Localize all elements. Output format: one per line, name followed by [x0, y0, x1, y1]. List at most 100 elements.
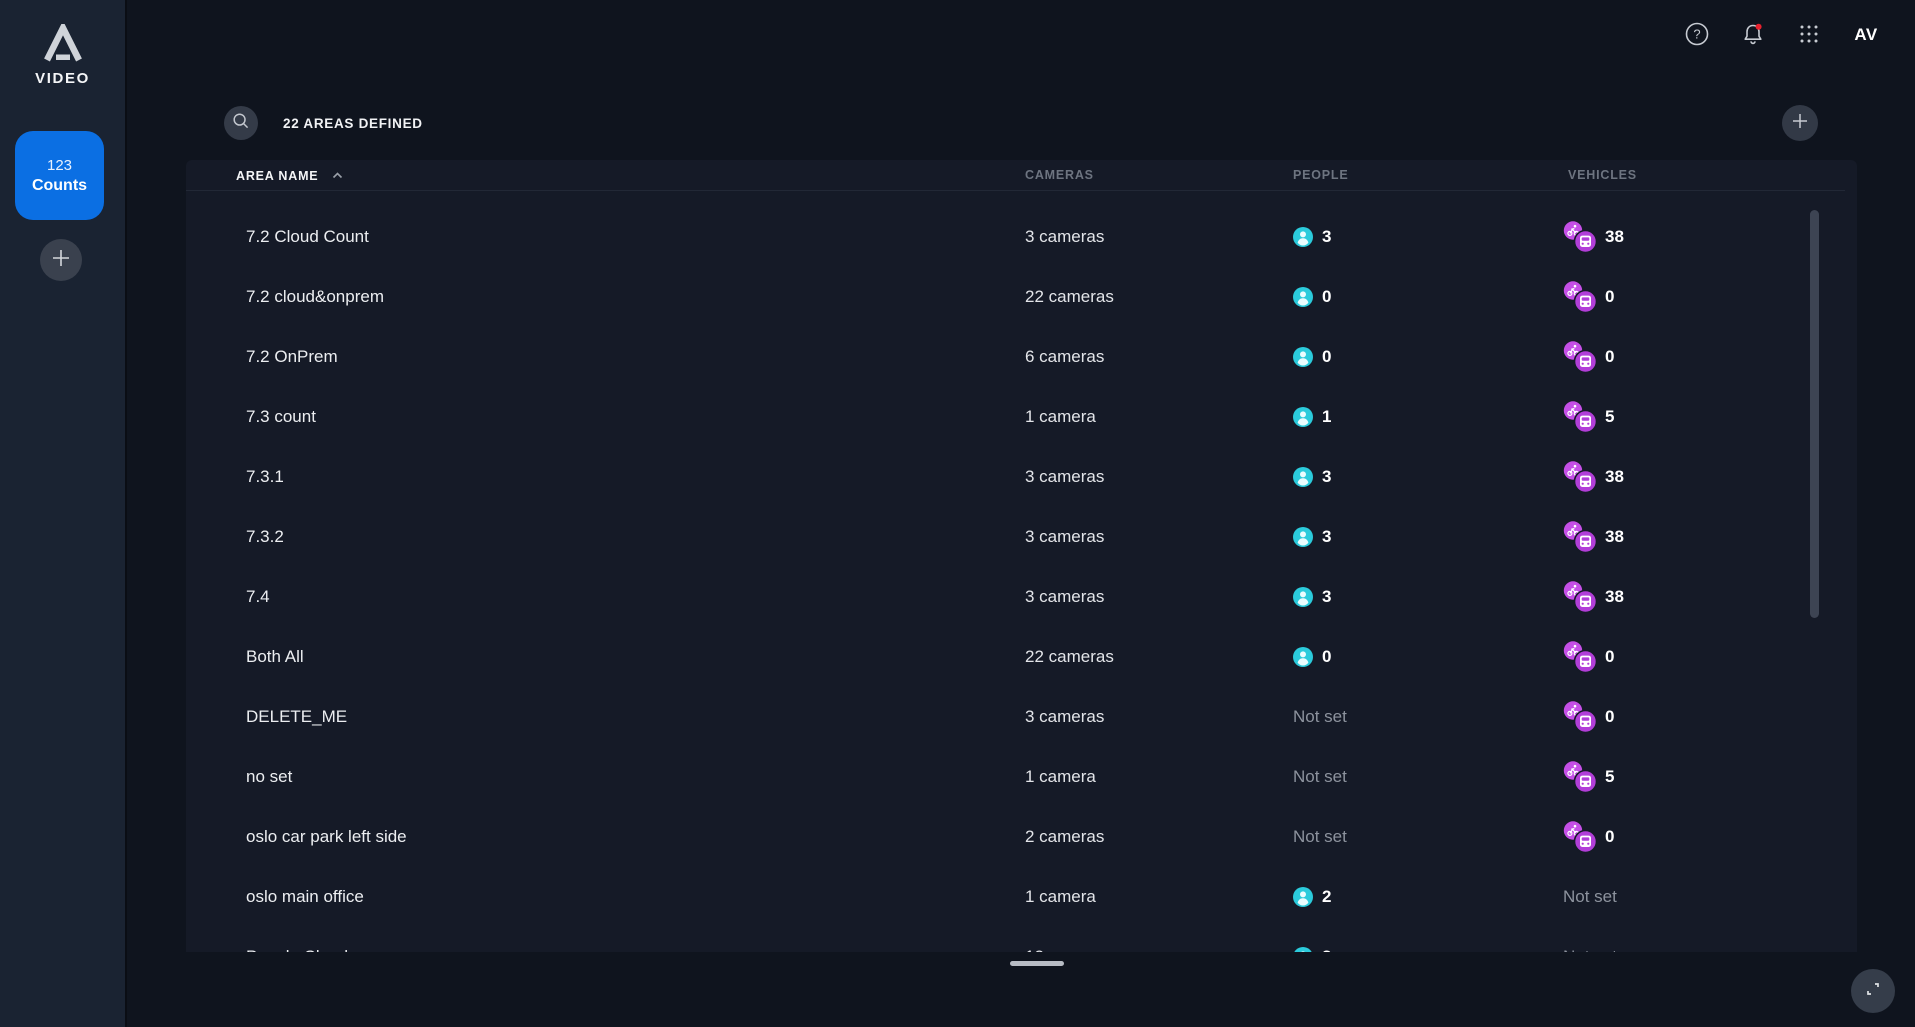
table-row[interactable]: 7.2 OnPrem 6 cameras 0 0: [186, 327, 1857, 387]
table-row[interactable]: 7.3 count 1 camera 1 5: [186, 387, 1857, 447]
people-cell: 0: [1293, 347, 1331, 367]
column-header-area-name[interactable]: AREA NAME: [236, 168, 343, 183]
vehicles-count: 38: [1605, 587, 1624, 606]
people-cell: 3: [1293, 527, 1331, 547]
people-count: 1: [1322, 407, 1332, 426]
people-count: Not set: [1293, 827, 1347, 846]
area-name-cell: Both All: [246, 647, 304, 666]
vehicles-cell: 38: [1563, 521, 1624, 553]
person-icon: [1293, 887, 1313, 907]
panel-resize-handle[interactable]: [1010, 961, 1064, 966]
area-name-cell: 7.2 OnPrem: [246, 347, 338, 366]
people-cell: Not set: [1293, 707, 1347, 727]
person-icon: [1293, 227, 1313, 247]
vehicles-cell: Not set: [1563, 887, 1617, 907]
table-row[interactable]: 7.3.2 3 cameras 3 38: [186, 507, 1857, 567]
people-cell: 3: [1293, 227, 1331, 247]
vehicles-cell: 0: [1563, 281, 1614, 313]
cameras-cell: 6 cameras: [1025, 347, 1105, 366]
people-cell: Not set: [1293, 827, 1347, 847]
areas-table-panel: AREA NAME CAMERAS PEOPLE VEHICLES 7.2 Cl…: [186, 160, 1857, 952]
person-icon: [1293, 647, 1313, 667]
ava-triangle-logo-icon: [0, 24, 125, 62]
vehicles-count: Not set: [1563, 887, 1617, 906]
svg-text:?: ?: [1693, 26, 1700, 41]
cameras-cell: 12 cameras: [1025, 947, 1114, 952]
help-button[interactable]: ?: [1683, 22, 1711, 50]
vehicles-icon: [1563, 401, 1597, 433]
sidebar-add-button[interactable]: [40, 239, 82, 281]
apps-button[interactable]: [1795, 22, 1823, 50]
vertical-scrollbar[interactable]: [1810, 210, 1819, 618]
cameras-cell: 22 cameras: [1025, 647, 1114, 666]
cameras-cell: 1 camera: [1025, 407, 1096, 426]
table-row[interactable]: Both All 22 cameras 0 0: [186, 627, 1857, 687]
cameras-cell: 1 camera: [1025, 767, 1096, 786]
plus-icon: [1790, 111, 1810, 136]
people-cell: 3: [1293, 947, 1331, 952]
area-name-cell: no set: [246, 767, 293, 786]
vehicles-cell: 0: [1563, 641, 1614, 673]
plus-icon: [50, 247, 72, 274]
vehicles-count: 5: [1605, 407, 1615, 426]
vehicles-count: 0: [1605, 287, 1615, 306]
people-count: 3: [1322, 467, 1332, 486]
help-icon: ?: [1684, 21, 1710, 52]
areas-defined-label: 22 AREAS DEFINED: [283, 116, 423, 131]
cameras-cell: 3 cameras: [1025, 227, 1105, 246]
sidebar: VIDEO 123 Counts: [0, 0, 127, 1027]
search-button[interactable]: [224, 106, 258, 140]
table-row[interactable]: 7.4 3 cameras 3 38: [186, 567, 1857, 627]
person-icon: [1293, 587, 1313, 607]
table-row[interactable]: 7.2 Cloud Count 3 cameras 3 38: [186, 207, 1857, 267]
search-icon: [231, 111, 251, 136]
vehicles-icon: [1563, 641, 1597, 673]
vehicles-cell: 0: [1563, 341, 1614, 373]
table-row[interactable]: DELETE_ME 3 cameras Not set 0: [186, 687, 1857, 747]
column-header-people[interactable]: PEOPLE: [1293, 168, 1349, 182]
add-area-button[interactable]: [1782, 105, 1818, 141]
person-icon: [1293, 947, 1313, 952]
vehicles-count: 0: [1605, 827, 1615, 846]
sidebar-item-counts[interactable]: 123 Counts: [15, 131, 104, 220]
vehicles-icon: [1563, 761, 1597, 793]
people-cell: Not set: [1293, 767, 1347, 787]
vehicles-count: 0: [1605, 707, 1615, 726]
table-row[interactable]: no set 1 camera Not set 5: [186, 747, 1857, 807]
vehicles-count: 0: [1605, 347, 1615, 366]
vehicles-cell: 0: [1563, 701, 1614, 733]
vehicles-count: 5: [1605, 767, 1615, 786]
people-count: 3: [1322, 587, 1332, 606]
expand-corners-icon: [1864, 980, 1882, 1003]
column-header-cameras[interactable]: CAMERAS: [1025, 168, 1094, 182]
table-row[interactable]: 7.3.1 3 cameras 3 38: [186, 447, 1857, 507]
vehicles-cell: Not set: [1563, 947, 1617, 952]
column-header-vehicles[interactable]: VEHICLES: [1568, 168, 1637, 182]
counts-app-number: 123: [46, 156, 73, 174]
table-header: AREA NAME CAMERAS PEOPLE VEHICLES: [186, 160, 1857, 191]
table-row[interactable]: People Cloud 12 cameras 3: [186, 927, 1857, 952]
vehicles-count: 0: [1605, 647, 1615, 666]
table-row[interactable]: 7.2 cloud&onprem 22 cameras 0 0: [186, 267, 1857, 327]
vehicles-count: 38: [1605, 527, 1624, 546]
people-cell: 0: [1293, 287, 1331, 307]
area-name-cell: 7.3.1: [246, 467, 284, 486]
people-count: Not set: [1293, 707, 1347, 726]
table-row[interactable]: oslo main office 1 camera 2 Not set: [186, 867, 1857, 927]
vehicles-count: 38: [1605, 227, 1624, 246]
vehicles-icon: [1563, 281, 1597, 313]
vehicles-icon: [1563, 701, 1597, 733]
area-name-cell: DELETE_ME: [246, 707, 348, 726]
vehicles-icon: [1563, 581, 1597, 613]
cameras-cell: 3 cameras: [1025, 587, 1105, 606]
expand-button[interactable]: [1851, 969, 1895, 1013]
people-cell: 2: [1293, 887, 1331, 907]
area-name-cell: 7.2 cloud&onprem: [246, 287, 384, 306]
people-count: 0: [1322, 287, 1332, 306]
table-row[interactable]: oslo car park left side 2 cameras Not se…: [186, 807, 1857, 867]
product-name: VIDEO: [35, 70, 90, 87]
notifications-button[interactable]: [1739, 22, 1767, 50]
vehicles-icon: [1563, 461, 1597, 493]
cameras-cell: 3 cameras: [1025, 527, 1105, 546]
user-avatar[interactable]: AV: [1846, 25, 1886, 45]
